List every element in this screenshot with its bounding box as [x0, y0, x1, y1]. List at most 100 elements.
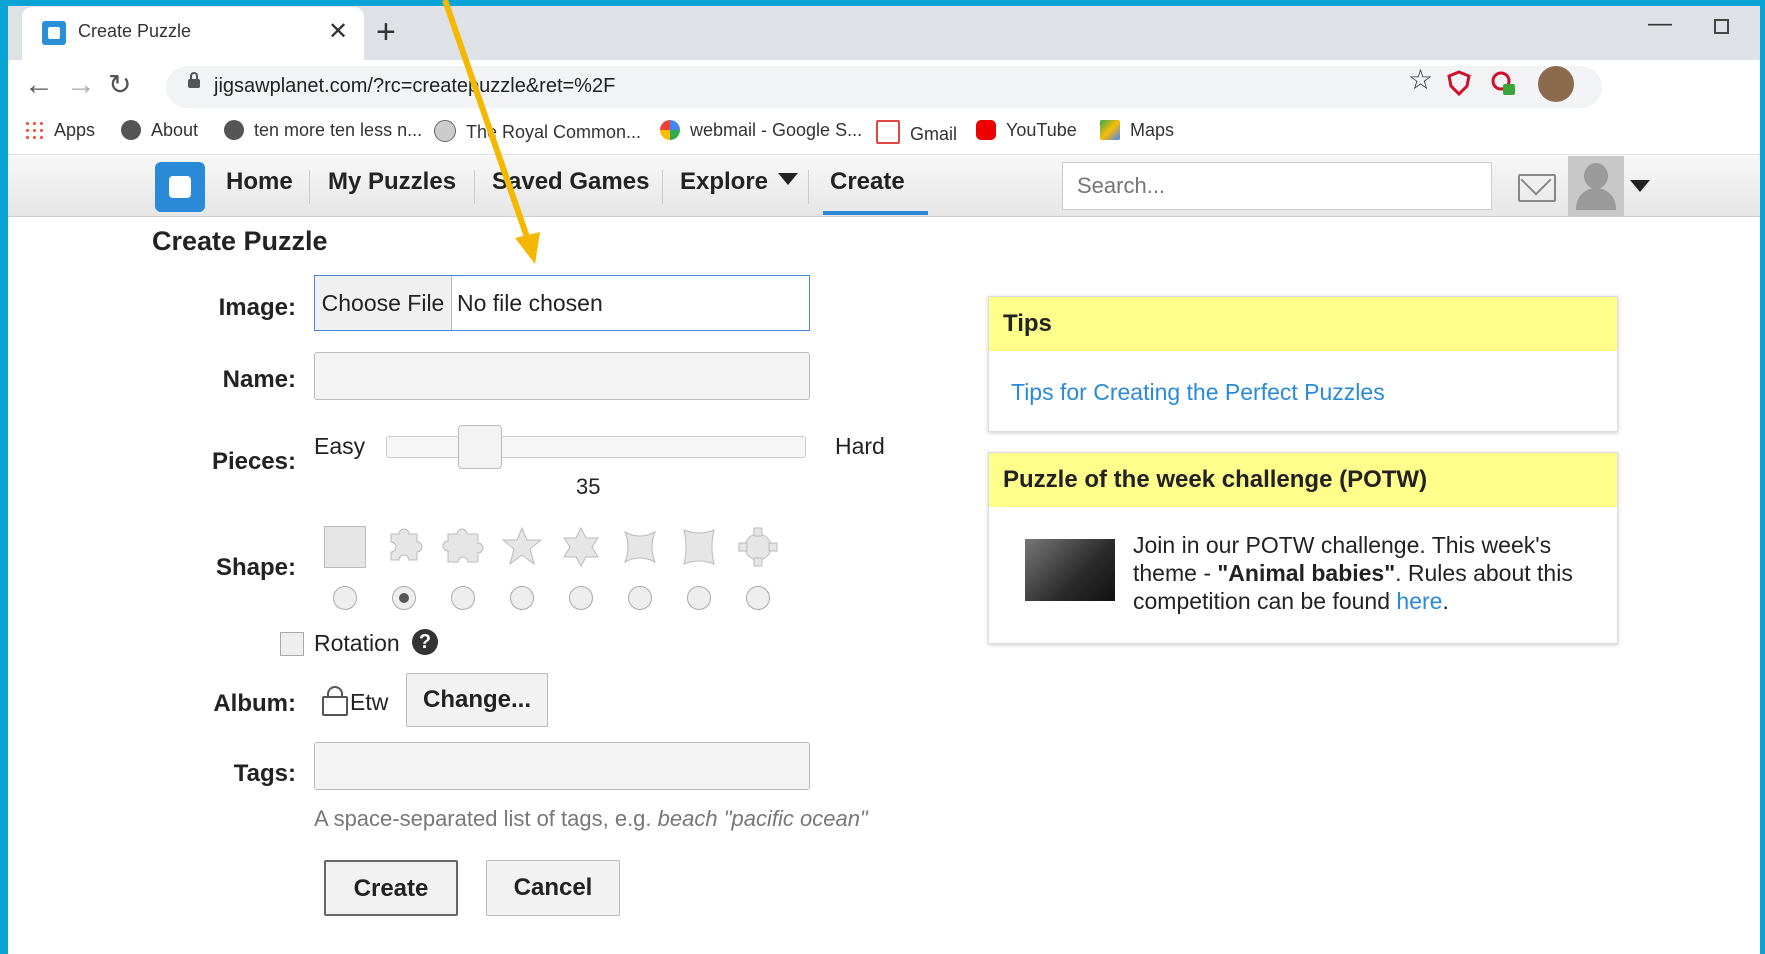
square-shape-icon[interactable]	[324, 526, 366, 568]
extension-icon[interactable]	[1490, 70, 1516, 96]
nav-explore[interactable]: Explore	[680, 168, 799, 196]
gmail-icon	[876, 120, 900, 144]
potw-panel: Puzzle of the week challenge (POTW) Join…	[988, 452, 1618, 644]
browser-toolbar: ← → ↻ jigsawplanet.com/?rc=createpuzzle&…	[8, 60, 1760, 114]
create-button[interactable]: Create	[324, 860, 458, 916]
shield-extension-icon[interactable]	[1446, 70, 1472, 96]
padlock-icon	[322, 686, 348, 716]
potw-thumbnail[interactable]	[1025, 539, 1115, 601]
site-nav-bar: Home My Puzzles Saved Games Explore Crea…	[8, 156, 1760, 217]
shape-radio-hex[interactable]	[569, 586, 593, 610]
easy-label: Easy	[314, 433, 366, 459]
nav-divider	[474, 170, 475, 204]
potw-rules-link[interactable]: here	[1396, 588, 1442, 614]
nav-home[interactable]: Home	[226, 168, 293, 196]
nav-saved-games[interactable]: Saved Games	[492, 168, 649, 196]
bookmark-gmail[interactable]: Gmail	[876, 120, 957, 145]
forward-icon[interactable]: →	[66, 68, 96, 102]
new-tab-icon[interactable]: +	[376, 13, 396, 52]
bookmark-ten-more[interactable]: ten more ten less n...	[224, 120, 422, 141]
shape-radio-gear[interactable]	[746, 586, 770, 610]
bookmark-about[interactable]: About	[121, 120, 198, 141]
close-tab-icon[interactable]: ✕	[328, 17, 348, 46]
shape-radio-square[interactable]	[333, 586, 357, 610]
gear-piece-shape-icon[interactable]	[737, 526, 779, 568]
rotation-checkbox[interactable]	[280, 632, 304, 656]
cancel-button[interactable]: Cancel	[486, 860, 620, 916]
nav-my-puzzles[interactable]: My Puzzles	[328, 168, 456, 196]
globe-icon	[224, 120, 244, 140]
image-label: Image:	[218, 294, 296, 321]
browser-tab[interactable]: Create Puzzle ✕	[22, 7, 364, 60]
nav-divider	[808, 170, 809, 204]
classic-piece-shape-icon[interactable]	[383, 526, 425, 568]
tips-link[interactable]: Tips for Creating the Perfect Puzzles	[1011, 379, 1385, 406]
shape-radio-irregular[interactable]	[451, 586, 475, 610]
search-input[interactable]	[1062, 162, 1492, 210]
potw-heading: Puzzle of the week challenge (POTW)	[989, 453, 1617, 507]
mail-icon[interactable]	[1518, 174, 1556, 202]
minimize-icon[interactable]: —	[1648, 10, 1672, 38]
hard-label: Hard	[835, 433, 885, 459]
name-input[interactable]	[314, 352, 810, 400]
image-file-input[interactable]: Choose File No file chosen	[314, 275, 810, 331]
name-label: Name:	[222, 366, 296, 393]
url-text: jigsawplanet.com/?rc=createpuzzle&ret=%2…	[214, 75, 616, 97]
profile-avatar-icon[interactable]	[1538, 66, 1574, 102]
album-name: Etw	[350, 689, 389, 715]
jigsaw-favicon-icon	[42, 21, 66, 45]
shape-radio-classic[interactable]	[392, 586, 416, 610]
google-icon	[660, 120, 680, 140]
tile-piece-shape-icon[interactable]	[678, 526, 720, 568]
bookmark-maps[interactable]: Maps	[1100, 120, 1174, 141]
bookmark-apps[interactable]: Apps	[24, 120, 95, 141]
reload-icon[interactable]: ↻	[108, 68, 131, 101]
pieces-slider-thumb[interactable]	[458, 425, 502, 469]
tags-hint: A space-separated list of tags, e.g. bea…	[314, 806, 868, 831]
pieces-slider-track[interactable]	[386, 436, 806, 458]
file-status: No file chosen	[457, 290, 603, 316]
address-bar[interactable]: jigsawplanet.com/?rc=createpuzzle&ret=%2…	[166, 66, 1602, 108]
chevron-down-icon	[778, 173, 799, 185]
bookmarks-bar: Apps About ten more ten less n... The Ro…	[8, 114, 1760, 155]
user-menu-chevron-icon[interactable]	[1630, 180, 1650, 192]
shape-radio-star[interactable]	[510, 586, 534, 610]
change-album-button[interactable]: Change...	[406, 673, 548, 727]
bookmark-star-icon[interactable]: ☆	[1408, 63, 1433, 96]
active-tab-indicator	[823, 211, 928, 215]
avatar-body-icon	[1576, 188, 1616, 210]
nav-create[interactable]: Create	[830, 168, 905, 196]
browser-window: Create Puzzle ✕ + — ← → ↻ jigsawplanet.c…	[8, 6, 1760, 954]
irregular-piece-shape-icon[interactable]	[442, 526, 484, 568]
youtube-icon	[976, 120, 996, 140]
help-icon[interactable]: ?	[412, 629, 438, 655]
shape-label: Shape:	[215, 554, 296, 581]
choose-file-button[interactable]: Choose File	[315, 276, 452, 330]
nav-divider	[662, 170, 663, 204]
maps-icon	[1100, 120, 1120, 140]
shape-radio-round[interactable]	[628, 586, 652, 610]
tips-panel: Tips Tips for Creating the Perfect Puzzl…	[988, 296, 1618, 432]
bookmark-webmail[interactable]: webmail - Google S...	[660, 120, 862, 141]
tab-strip: Create Puzzle ✕ + —	[8, 6, 1760, 60]
pieces-label: Pieces:	[211, 448, 296, 475]
user-avatar[interactable]	[1568, 156, 1624, 216]
back-icon[interactable]: ←	[24, 68, 54, 102]
shape-radio-tile[interactable]	[687, 586, 711, 610]
album-label: Album:	[213, 690, 296, 717]
apps-grid-icon	[24, 120, 44, 140]
lock-icon	[188, 72, 200, 88]
hex-piece-shape-icon[interactable]	[560, 526, 602, 568]
round-piece-shape-icon[interactable]	[619, 526, 661, 568]
bookmark-royal-common[interactable]: The Royal Common...	[434, 120, 641, 143]
tags-input[interactable]	[314, 742, 810, 790]
star-piece-shape-icon[interactable]	[501, 526, 543, 568]
page-title: Create Puzzle	[152, 226, 328, 256]
tips-heading: Tips	[989, 297, 1617, 351]
globe-icon	[121, 120, 141, 140]
tab-title: Create Puzzle	[78, 21, 192, 41]
restore-icon[interactable]	[1714, 19, 1729, 34]
rotation-label: Rotation	[314, 630, 400, 656]
jigsaw-logo-icon[interactable]	[155, 162, 205, 212]
bookmark-youtube[interactable]: YouTube	[976, 120, 1077, 141]
